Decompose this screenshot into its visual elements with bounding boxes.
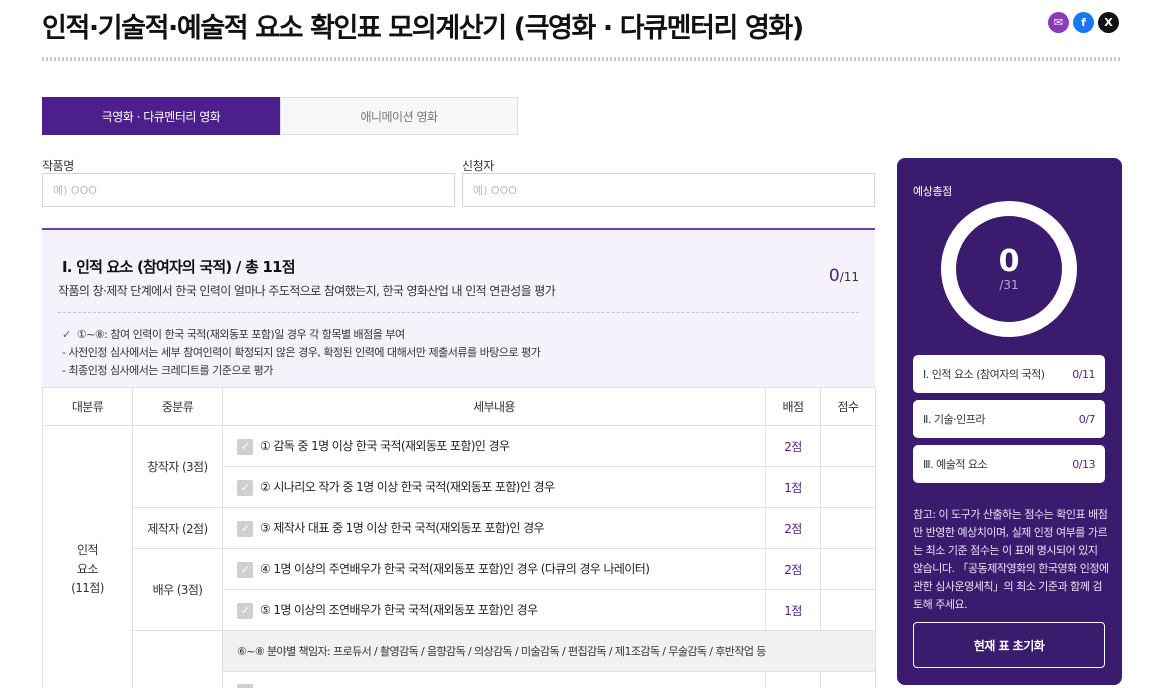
section-score: 0/11	[829, 266, 859, 286]
header-points: 배점	[765, 387, 821, 426]
share-buttons: ✉ f X	[1048, 12, 1119, 33]
points-cell	[765, 671, 821, 688]
x-icon[interactable]: X	[1098, 12, 1119, 33]
table-header-row: 대분류 중분류 세부내용 배점 점수	[42, 387, 876, 426]
score-cell	[820, 425, 876, 467]
score-item-human: Ⅰ. 인적 요소 (참여자의 국적) 0/11	[913, 355, 1105, 393]
page-title: 인적·기술적·예술적 요소 확인표 모의계산기 (극영화 · 다큐멘터리 영화)	[42, 13, 804, 44]
sub-note: ⑥~⑧ 분야별 책임자: 프로듀서 / 촬영감독 / 음향감독 / 의상감독 /…	[222, 630, 876, 672]
sidebar-note: 참고: 이 도구가 산출하는 점수는 확인표 배점만 반영한 예상치이며, 실제…	[913, 508, 1109, 611]
header-score: 점수	[820, 387, 876, 426]
checkbox[interactable]: ✓	[237, 520, 253, 537]
mail-icon[interactable]: ✉	[1048, 12, 1069, 33]
table-row: 제작자 (2점) ✓ ③ 제작사 대표 중 1명 이상 한국 국적(재외동포 포함…	[43, 507, 876, 549]
title-divider	[42, 57, 1122, 61]
checkbox[interactable]: ✓	[237, 561, 253, 578]
table-row: 배우 (3점) ✓ ④ 1명 이상의 주연배우가 한국 국적(재외동포 포함)인 …	[43, 548, 876, 631]
points-cell: 1점	[765, 589, 821, 631]
group-staff	[132, 630, 223, 688]
header-detail: 세부내용	[222, 387, 766, 426]
note-line: - 최종인정 심사에서는 크레디트를 기준으로 평가	[62, 364, 273, 377]
detail-cell[interactable]: ✓ ④ 1명 이상의 주연배우가 한국 국적(재외동포 포함)인 경우 (다큐의 …	[222, 548, 766, 590]
total-label: 예상총점	[913, 185, 952, 198]
checkbox[interactable]: ✓	[237, 438, 253, 455]
score-item-technical: Ⅱ. 기술·인프라 0/7	[913, 400, 1105, 438]
note-line: ✓ ①~⑧: 참여 인력이 한국 국적(재외동포 포함)일 경우 각 항목별 배점…	[62, 328, 405, 341]
score-cell	[820, 548, 876, 590]
points-cell: 1점	[765, 466, 821, 508]
score-cell	[820, 466, 876, 508]
detail-cell[interactable]	[222, 671, 766, 688]
detail-cell[interactable]: ✓ ① 감독 중 1명 이상 한국 국적(재외동포 포함)인 경우	[222, 425, 766, 467]
total-score-max: /31	[999, 278, 1019, 292]
tab-feature-documentary[interactable]: 극영화 · 다큐멘터리 영화	[42, 97, 280, 135]
total-score-center: 0 /31	[956, 216, 1062, 322]
section-score-max: /11	[839, 270, 859, 284]
score-cell	[820, 507, 876, 549]
check-icon: ✓	[62, 328, 71, 341]
tab-animation[interactable]: 애니메이션 영화	[280, 97, 518, 135]
total-score-ring: 0 /31	[941, 201, 1077, 337]
section-score-value: 0	[828, 266, 840, 286]
detail-cell[interactable]: ✓ ⑤ 1명 이상의 조연배우가 한국 국적(재외동포 포함)인 경우	[222, 589, 766, 631]
group-actors: 배우 (3점)	[132, 548, 223, 631]
points-cell: 2점	[765, 548, 821, 590]
work-title-label: 작품명	[42, 159, 74, 173]
group-producers: 제작자 (2점)	[132, 507, 223, 549]
header-major: 대분류	[42, 387, 133, 426]
checkbox[interactable]: ✓	[237, 602, 253, 619]
detail-cell[interactable]: ✓ ③ 제작사 대표 중 1명 이상 한국 국적(재외동포 포함)인 경우	[222, 507, 766, 549]
table-row: 인적 요소 (11점) 창작자 (3점) ✓ ① 감독 중 1명 이상 한국 국적…	[42, 425, 876, 688]
checkbox[interactable]	[237, 684, 253, 688]
section-human-elements: Ⅰ. 인적 요소 (참여자의 국적) / 총 11점 작품의 창·제작 단계에서…	[42, 228, 875, 388]
score-item-artistic: Ⅲ. 예술적 요소 0/13	[913, 445, 1105, 483]
score-sidebar: 예상총점 0 /31 Ⅰ. 인적 요소 (참여자의 국적) 0/11 Ⅱ. 기술…	[897, 158, 1122, 685]
tab-bar: 극영화 · 다큐멘터리 영화 애니메이션 영화	[42, 97, 518, 135]
section-title: Ⅰ. 인적 요소 (참여자의 국적) / 총 11점	[62, 258, 296, 276]
work-title-input[interactable]	[42, 173, 455, 207]
table-row: ⑥~⑧ 분야별 책임자: 프로듀서 / 촬영감독 / 음향감독 / 의상감독 /…	[43, 630, 876, 688]
facebook-icon[interactable]: f	[1073, 12, 1094, 33]
checkbox[interactable]: ✓	[237, 479, 253, 496]
applicant-label: 신청자	[462, 159, 494, 173]
score-cell	[820, 589, 876, 631]
points-cell: 2점	[765, 425, 821, 467]
section-notes: ✓ ①~⑧: 참여 인력이 한국 국적(재외동포 포함)일 경우 각 항목별 배점…	[62, 326, 541, 380]
reset-button[interactable]: 현재 표 초기화	[913, 622, 1105, 668]
major-category: 인적 요소 (11점)	[42, 425, 133, 688]
section-description: 작품의 창·제작 단계에서 한국 인력이 얼마나 주도적으로 참여했는지, 한국…	[58, 284, 556, 298]
total-score: 0	[998, 244, 1020, 279]
points-cell: 2점	[765, 507, 821, 549]
applicant-input[interactable]	[462, 173, 875, 207]
section-divider	[58, 312, 859, 313]
detail-cell[interactable]: ✓ ② 시나리오 작가 중 1명 이상 한국 국적(재외동포 포함)인 경우	[222, 466, 766, 508]
criteria-table: 대분류 중분류 세부내용 배점 점수 인적 요소 (11점) 창작자 (3점) …	[42, 387, 876, 688]
note-line: - 사전인정 심사에서는 세부 참여인력이 확정되지 않은 경우, 확정된 인력…	[62, 346, 541, 359]
header-middle: 중분류	[132, 387, 223, 426]
score-cell	[820, 671, 876, 688]
group-creators: 창작자 (3점)	[132, 425, 223, 508]
